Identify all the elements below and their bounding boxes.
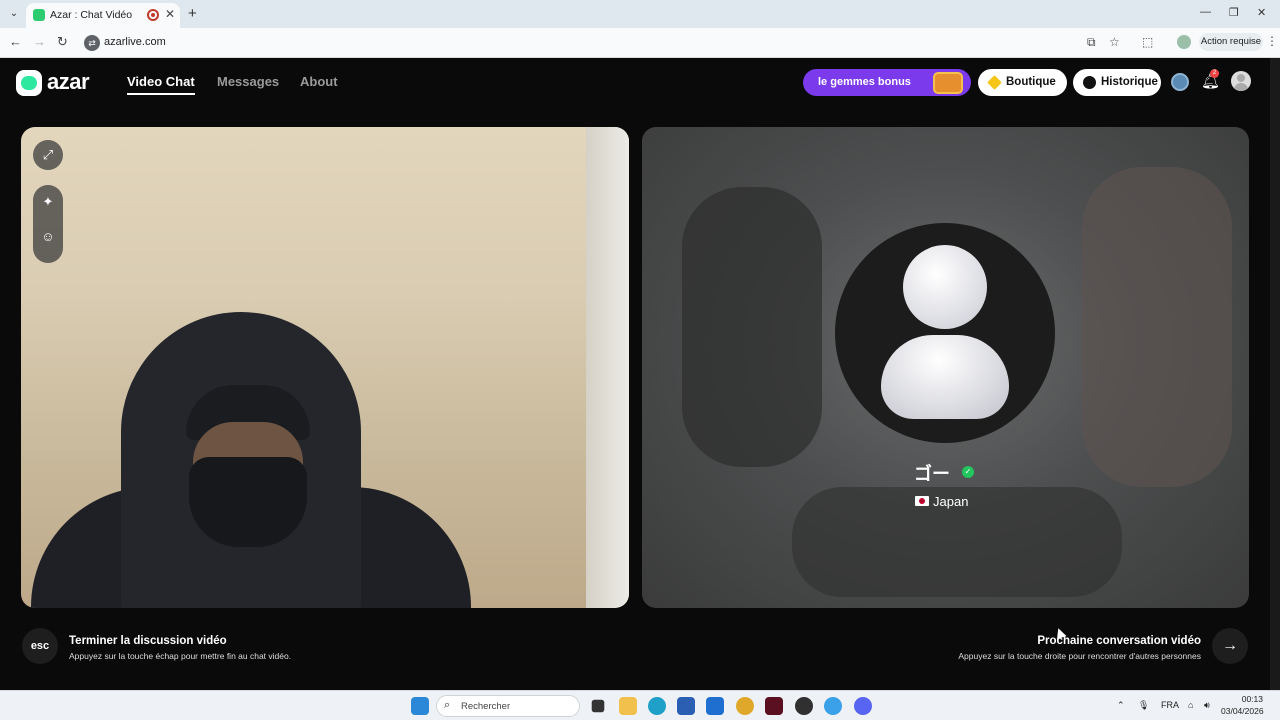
end-chat-subtitle: Appuyez sur la touche échap pour mettre … — [69, 651, 292, 661]
store-icon[interactable] — [677, 697, 695, 715]
country-name: Japan — [933, 494, 969, 509]
end-chat-title: Terminer la discussion vidéo — [69, 635, 227, 647]
azar-logo-text[interactable]: azar — [47, 69, 90, 95]
verified-icon: ✓ — [962, 466, 974, 478]
next-chat-subtitle: Appuyez sur la touche droite pour rencon… — [958, 651, 1201, 661]
profile-avatar[interactable] — [1231, 71, 1251, 91]
volume-icon[interactable]: 🔊︎ — [1204, 700, 1210, 711]
history-label: Historique — [1101, 76, 1158, 88]
minimize-button[interactable]: — — [1200, 6, 1211, 18]
recording-icon — [147, 9, 159, 21]
browser-profile-icon[interactable] — [1177, 35, 1191, 49]
maximize-button[interactable]: ❐ — [1229, 6, 1239, 19]
page-scrollbar[interactable] — [1270, 58, 1280, 690]
bonus-gems-label: le gemmes bonus — [818, 76, 911, 88]
expand-icon[interactable]: ⤢ — [33, 140, 63, 170]
effects-toolbar: ✦ ☺ — [33, 185, 63, 263]
tray-chevron-icon[interactable]: ⌃ — [1117, 700, 1125, 711]
windows-taskbar: ⌕ Rechercher ⌃ 🎙︎ FRA ⌂ 🔊︎ 00:13 03/04/2… — [0, 690, 1280, 720]
tab-search-icon[interactable]: ⌄ — [6, 6, 22, 22]
magic-wand-icon[interactable]: ✦ — [33, 194, 63, 210]
url-field[interactable]: ⇄ azarlive.com — [80, 32, 1080, 54]
browser-menu-icon[interactable]: ⋮ — [1266, 34, 1278, 48]
gem-icon — [987, 75, 1002, 90]
next-chat-button[interactable]: → — [1212, 628, 1248, 664]
search-placeholder: Rechercher — [461, 701, 511, 712]
avatar-body — [881, 335, 1009, 419]
site-info-icon[interactable]: ⇄ — [84, 35, 100, 51]
close-window-button[interactable]: ✕ — [1257, 6, 1266, 19]
discord-icon[interactable] — [854, 697, 872, 715]
peer-video-panel: ゴー ✓ Japan — [642, 127, 1249, 608]
clock-date: 03/04/2026 — [1221, 706, 1264, 716]
blurred-background — [1082, 167, 1232, 487]
bonus-gems-button[interactable]: le gemmes bonus — [803, 69, 971, 96]
azar-favicon — [33, 9, 45, 21]
file-explorer-icon[interactable] — [619, 697, 637, 715]
language-indicator[interactable]: FRA — [1161, 700, 1179, 710]
edge-icon[interactable] — [648, 697, 666, 715]
task-view-icon[interactable] — [591, 699, 605, 713]
clock-icon — [1083, 76, 1096, 89]
self-video-panel: ⤢ ✦ ☺ — [21, 127, 629, 608]
nav-messages[interactable]: Messages — [217, 74, 279, 89]
avatar-head — [903, 245, 987, 329]
notification-badge: 2 — [1210, 69, 1219, 78]
history-button[interactable]: Historique — [1073, 69, 1161, 96]
address-bar: ← → ↻ ⇄ azarlive.com ⧉ ☆ ⬚ — [0, 28, 1280, 58]
japan-flag-icon — [915, 496, 929, 506]
background-wall — [586, 127, 629, 608]
microphone-icon[interactable]: 🎙︎ — [1138, 700, 1149, 711]
action-required-button[interactable]: Action requise — [1199, 33, 1263, 51]
browser-tab[interactable]: Azar : Chat Vidéo avec de ✕ — [26, 3, 180, 28]
reload-icon[interactable]: ↻ — [57, 34, 68, 50]
azar-logo-icon[interactable] — [16, 70, 42, 96]
install-app-icon[interactable]: ⧉ — [1087, 35, 1096, 50]
app-icon[interactable] — [765, 697, 783, 715]
bookmark-star-icon[interactable]: ☆ — [1109, 35, 1120, 49]
peer-name: ゴー — [914, 464, 950, 484]
system-clock[interactable]: 00:13 03/04/2026 — [1221, 693, 1264, 717]
peer-avatar — [835, 223, 1055, 443]
app-icon[interactable] — [706, 697, 724, 715]
shop-label: Boutique — [1006, 76, 1056, 88]
back-icon[interactable]: ← — [9, 34, 22, 49]
tab-close-icon[interactable]: ✕ — [165, 7, 175, 21]
taskbar-search[interactable]: ⌕ Rechercher — [436, 695, 580, 717]
browser-tab-bar: ⌄ Azar : Chat Vidéo avec de ✕ + — ❐ ✕ — [0, 0, 1280, 28]
nav-video-chat[interactable]: Video Chat — [127, 74, 195, 89]
forward-icon[interactable]: → — [33, 34, 46, 49]
blurred-background — [682, 187, 822, 467]
chrome-icon[interactable] — [736, 697, 754, 715]
chrome-active-icon[interactable] — [824, 697, 842, 715]
clock-time: 00:13 — [1241, 694, 1263, 704]
search-icon: ⌕ — [444, 699, 451, 711]
peer-country: Japan — [915, 493, 1035, 511]
new-tab-button[interactable]: + — [188, 5, 197, 22]
network-icon[interactable]: ⌂ — [1188, 700, 1193, 710]
end-chat-button[interactable]: esc — [22, 628, 58, 664]
app-icon[interactable] — [795, 697, 813, 715]
face-filter-icon[interactable]: ☺ — [33, 229, 63, 244]
url-text: azarlive.com — [104, 36, 166, 48]
shop-button[interactable]: Boutique — [978, 69, 1067, 96]
person-mask — [189, 457, 307, 547]
globe-icon[interactable] — [1171, 73, 1189, 91]
tab-title: Azar : Chat Vidéo avec de — [50, 9, 134, 21]
nav-about[interactable]: About — [300, 74, 338, 89]
extensions-icon[interactable]: ⬚ — [1142, 35, 1153, 49]
start-menu-icon[interactable] — [411, 697, 429, 715]
nav-active-underline — [127, 93, 195, 95]
azar-app: azar Video Chat Messages About le gemmes… — [0, 58, 1270, 690]
treasure-chest-icon — [933, 72, 963, 94]
